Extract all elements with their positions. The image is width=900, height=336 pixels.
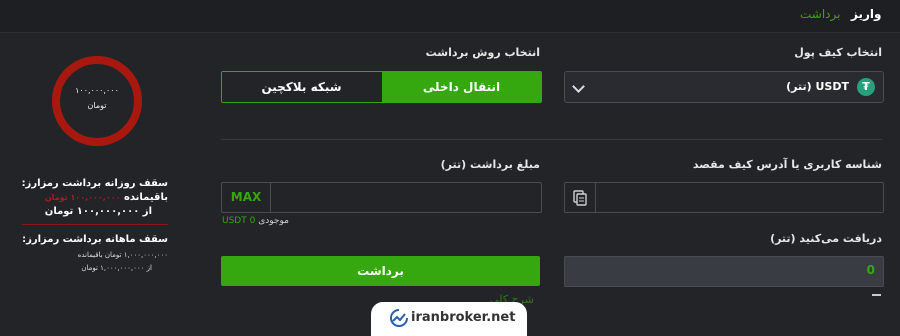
trend-logo-icon xyxy=(390,309,408,327)
section-divider xyxy=(221,139,882,140)
address-input[interactable] xyxy=(564,182,884,213)
balance-text: موجودی 0 USDT xyxy=(222,216,289,226)
max-button[interactable]: MAX xyxy=(222,183,271,212)
paste-button[interactable] xyxy=(565,183,596,212)
monthly-limit-title: سقف ماهانه برداشت رمزارز: xyxy=(22,234,168,245)
tab-deposit[interactable]: واریز xyxy=(851,7,881,21)
internal-transfer-button[interactable]: انتقال داخلی xyxy=(382,72,541,102)
watermark-text: iranbroker.net xyxy=(411,310,516,325)
amount-input[interactable]: MAX xyxy=(221,182,542,213)
address-label: شناسه کاربری یا آدرس کیف مقصد xyxy=(692,158,882,171)
wallet-selected-value: USDT (تتر) xyxy=(786,80,849,93)
balance-value: 0 USDT xyxy=(222,216,256,226)
method-toggle: انتقال داخلی شبکه بلاکچین xyxy=(221,71,542,103)
wallet-select[interactable]: ₮ USDT (تتر) xyxy=(564,71,884,103)
balance-label: موجودی xyxy=(258,216,289,226)
blockchain-network-button[interactable]: شبکه بلاکچین xyxy=(222,72,381,102)
withdraw-submit-button[interactable]: برداشت xyxy=(221,256,540,286)
minus-icon xyxy=(872,294,881,296)
method-label: انتخاب روش برداشت xyxy=(425,46,540,59)
tether-icon: ₮ xyxy=(857,78,875,96)
top-tab-bar xyxy=(0,0,900,33)
amount-label: مبلغ برداشت (تتر) xyxy=(440,158,540,171)
daily-total: از ۱۰۰,۰۰۰,۰۰۰ تومان xyxy=(44,206,152,217)
daily-limit-title: سقف روزانه برداشت رمزارز: xyxy=(21,178,168,189)
receive-value: 0 xyxy=(866,263,875,277)
paste-icon xyxy=(573,190,587,206)
daily-remaining-amount: ۱۰۰,۰۰۰,۰۰۰ تومان xyxy=(44,193,121,202)
monthly-remaining: ۱,۰۰۰,۰۰۰,۰۰۰ تومان باقیمانده xyxy=(77,251,168,259)
daily-remaining-label: باقیمانده xyxy=(123,192,168,203)
receive-label: دریافت می‌کنید (تتر) xyxy=(770,232,882,245)
daily-remaining: باقیمانده ۱۰۰,۰۰۰,۰۰۰ تومان xyxy=(45,192,168,203)
chevron-down-icon xyxy=(572,80,585,93)
ring-unit: تومان xyxy=(87,101,107,110)
ring-amount: ۱۰۰,۰۰۰,۰۰۰ xyxy=(75,86,119,95)
watermark-badge: iranbroker.net xyxy=(371,302,527,336)
limit-divider xyxy=(22,224,168,225)
monthly-total: از ۱,۰۰۰,۰۰۰,۰۰۰ تومان xyxy=(81,264,152,272)
receive-amount-field: 0 xyxy=(564,256,884,287)
tab-withdraw[interactable]: برداشت xyxy=(800,7,840,21)
wallet-select-label: انتخاب کیف پول xyxy=(794,46,882,59)
